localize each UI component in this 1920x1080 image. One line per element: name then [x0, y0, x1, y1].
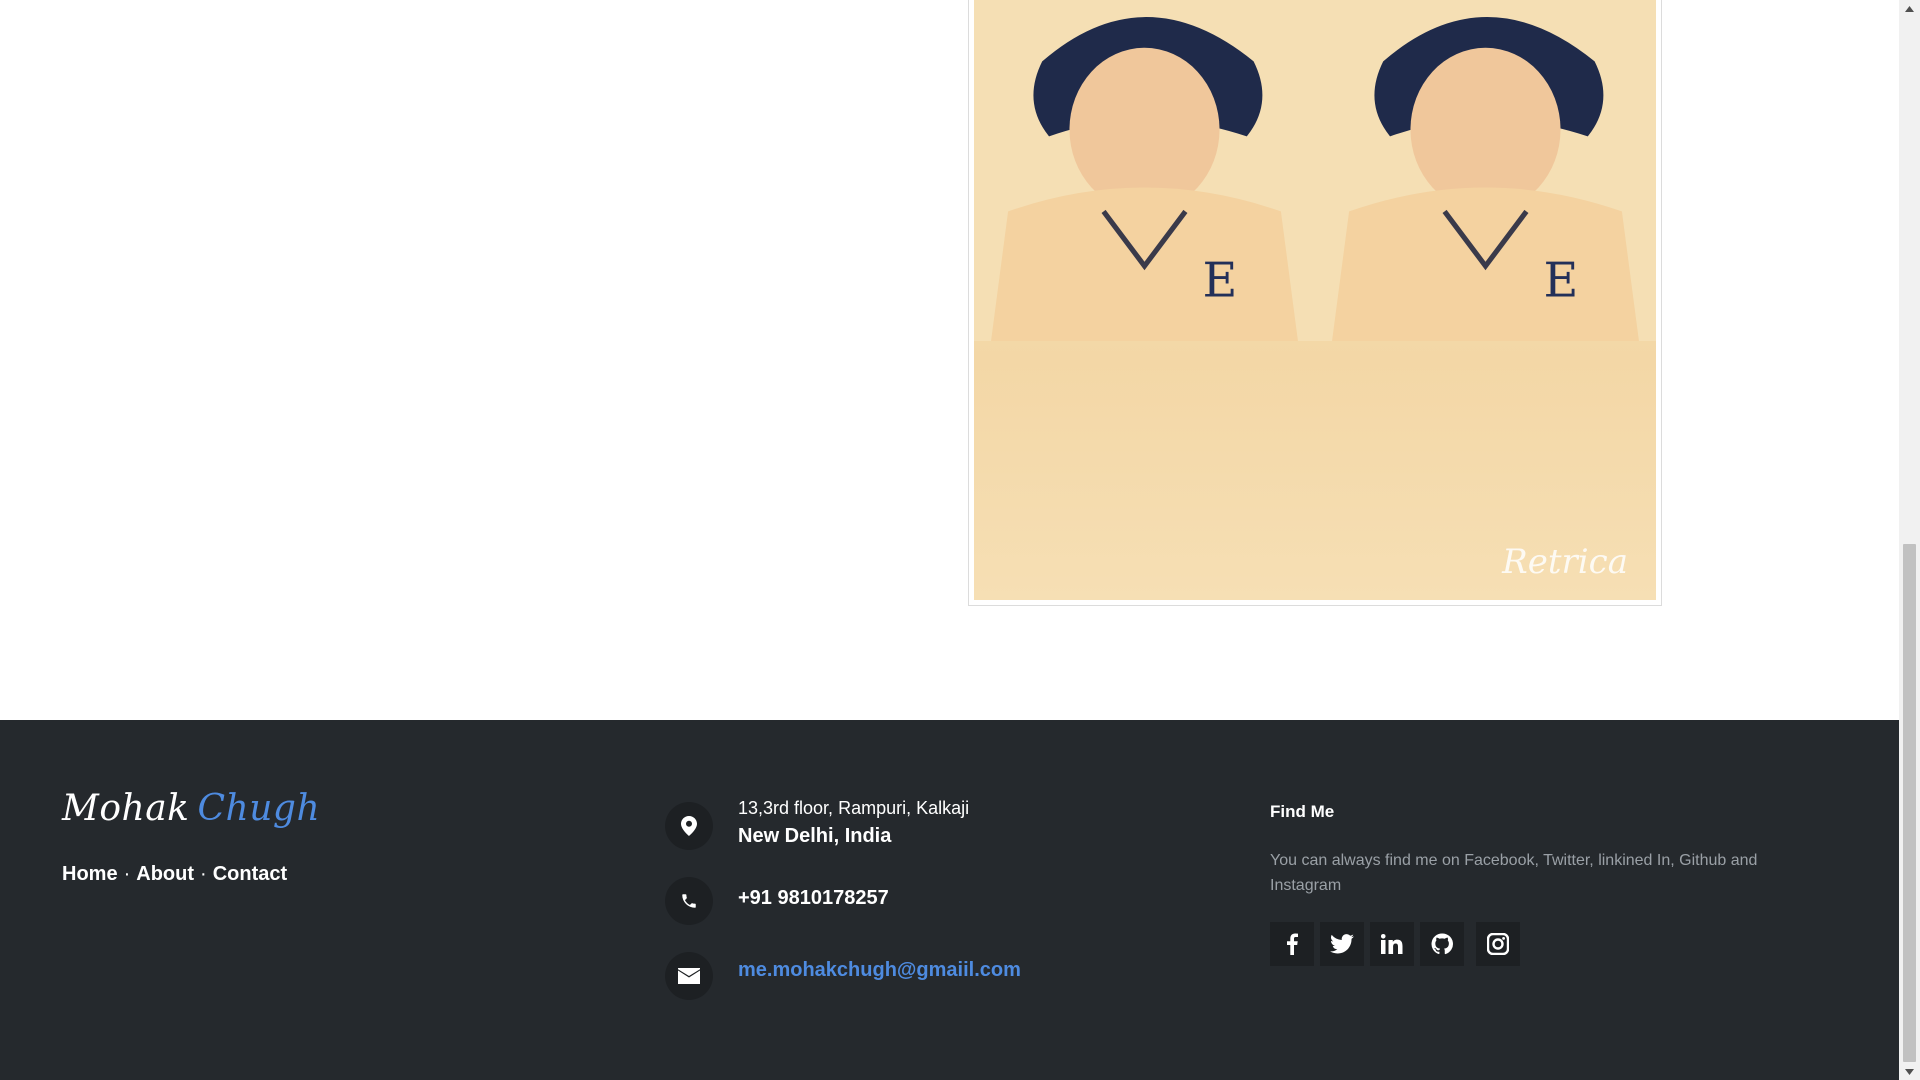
brand-first-name: Mohak — [62, 788, 190, 829]
footer-nav: Home · About · Contact — [62, 863, 287, 886]
find-me-title: Find Me — [1270, 802, 1335, 821]
scroll-down-arrow-icon[interactable] — [1899, 1063, 1920, 1080]
linkedin-icon[interactable] — [1370, 922, 1414, 966]
email-link[interactable]: me.mohakchugh@gmaiil.com — [738, 959, 1021, 981]
facebook-icon[interactable] — [1270, 922, 1314, 966]
social-links — [1270, 922, 1526, 966]
profile-photo: E E Retrica — [974, 0, 1656, 600]
svg-text:E: E — [1543, 254, 1578, 309]
scrollbar-thumb[interactable] — [1903, 544, 1916, 1062]
photo-left-half: E — [974, 0, 1315, 341]
address-line-2: New Delhi, India — [738, 825, 892, 847]
nav-separator: · — [123, 863, 131, 885]
github-icon[interactable] — [1420, 922, 1464, 966]
svg-text:E: E — [1202, 254, 1237, 309]
footer-brand[interactable]: Mohak Chugh — [62, 788, 320, 829]
site-footer: Mohak Chugh Home · About · Contact 13,3rd flo… — [0, 720, 1899, 1080]
photo-watermark: Retrica — [1502, 542, 1628, 582]
photo-right-half: E — [1315, 0, 1656, 341]
map-marker-icon — [665, 802, 713, 850]
find-me-text: You can always find me on Facebook, Twit… — [1270, 852, 1758, 894]
footer-link-home[interactable]: Home — [62, 863, 118, 885]
content-area: E E Retrica — [0, 0, 1899, 720]
vertical-scrollbar[interactable] — [1899, 0, 1920, 1080]
twitter-icon[interactable] — [1320, 922, 1364, 966]
footer-link-about[interactable]: About — [136, 863, 194, 885]
scroll-up-arrow-icon[interactable] — [1899, 0, 1920, 17]
footer-link-contact[interactable]: Contact — [213, 863, 287, 885]
brand-last-name: Chugh — [197, 788, 321, 829]
envelope-icon — [665, 952, 713, 1000]
phone-icon — [665, 877, 713, 925]
find-me-section: Find Me You can always find me on Facebo… — [1270, 802, 1810, 966]
address-line-1: 13,3rd floor, Rampuri, Kalkaji — [738, 798, 970, 818]
profile-photo-frame: E E Retrica — [968, 0, 1662, 606]
instagram-icon[interactable] — [1476, 922, 1520, 966]
phone-number[interactable]: +91 9810178257 — [738, 887, 889, 910]
nav-separator: · — [200, 863, 207, 885]
